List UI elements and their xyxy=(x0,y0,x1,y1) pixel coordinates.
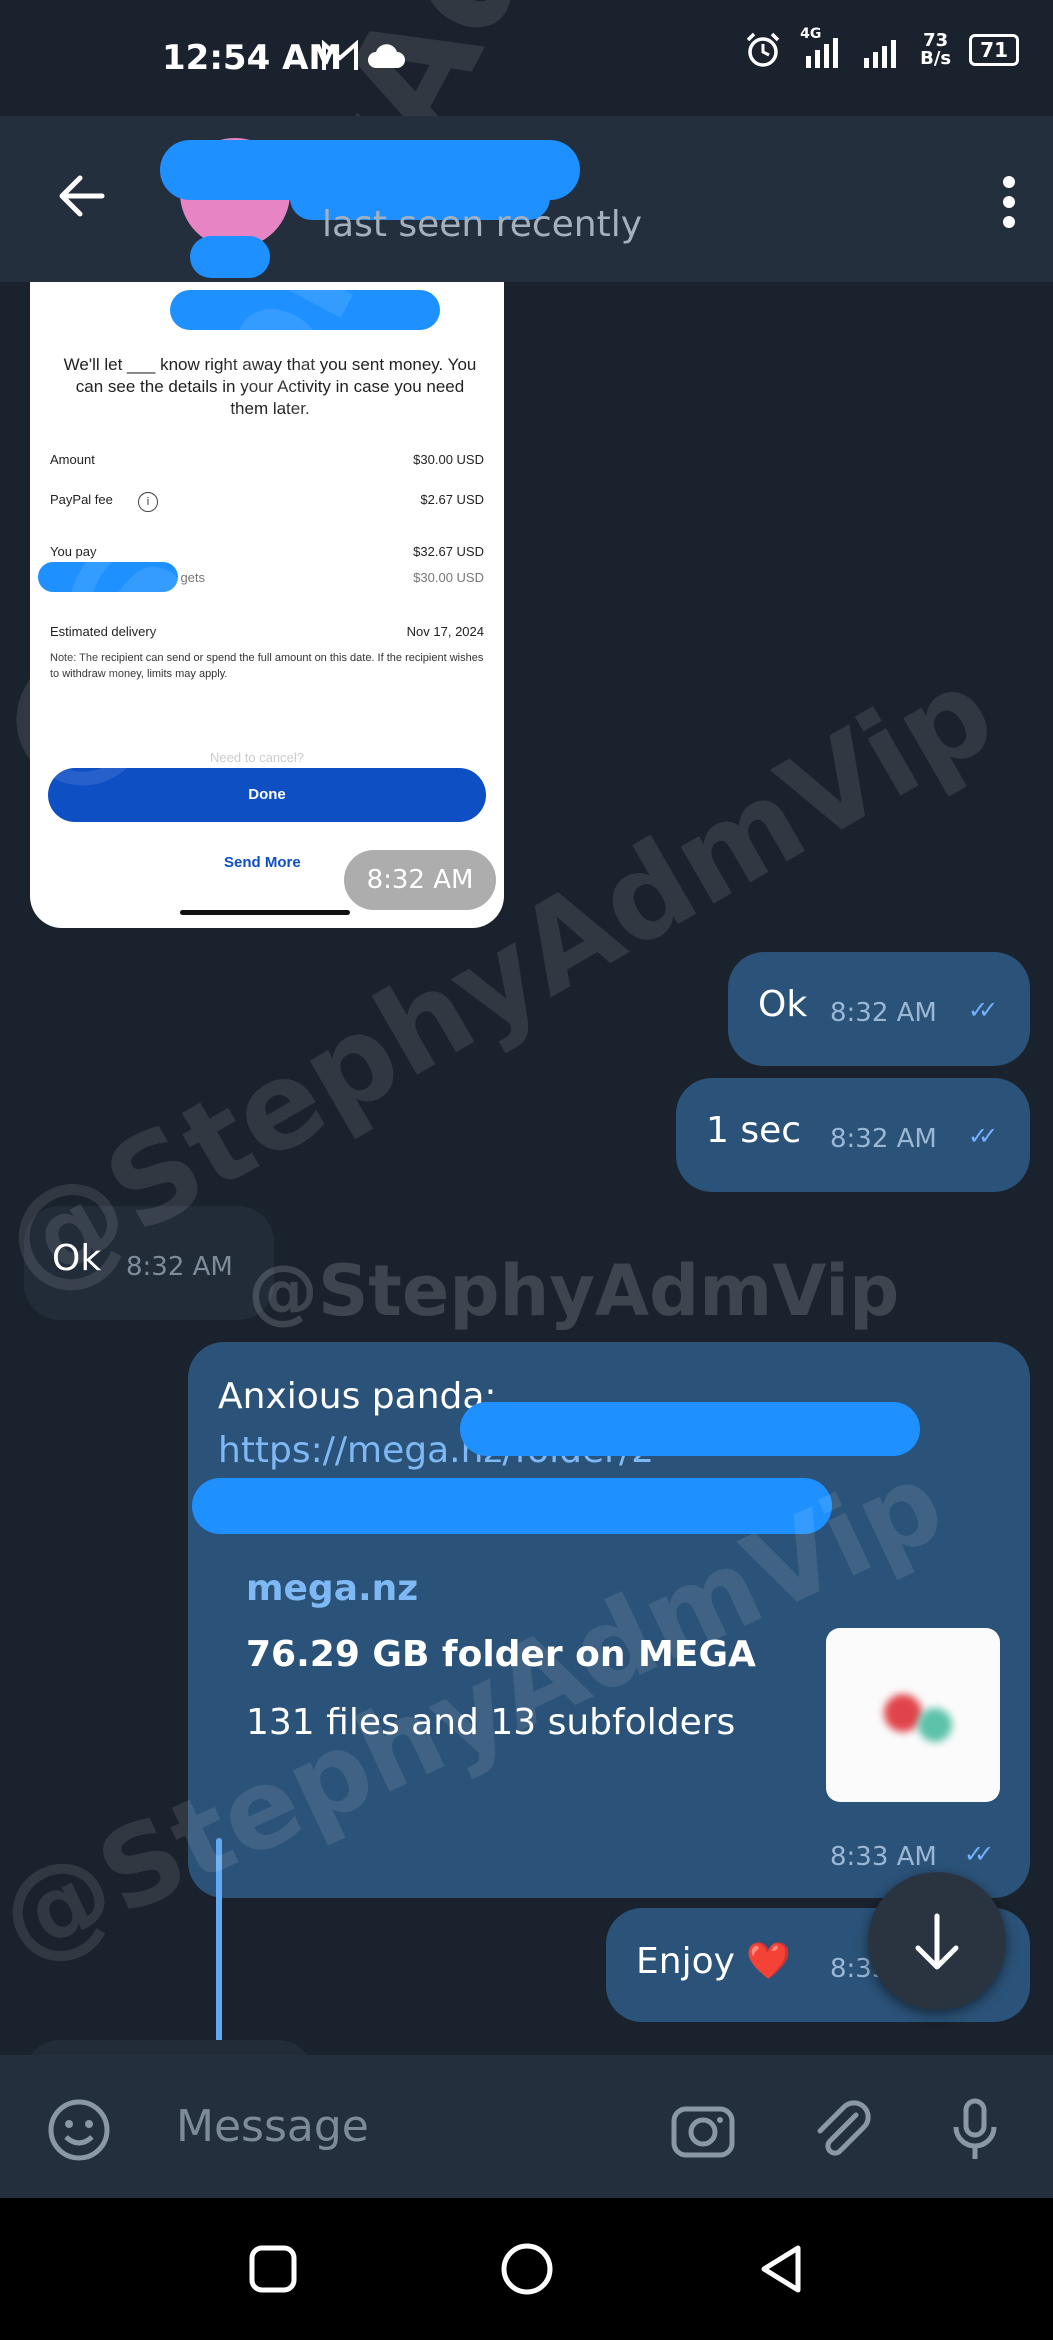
last-seen-status: last seen recently xyxy=(322,204,643,245)
alarm-icon xyxy=(746,32,780,67)
scroll-down-button[interactable] xyxy=(868,1872,1006,2010)
attach-icon[interactable] xyxy=(806,2095,876,2165)
link-preview-thumbnail[interactable] xyxy=(826,1628,1000,1802)
row-label: Amount xyxy=(50,452,95,467)
arrow-down-icon xyxy=(915,1913,959,1970)
outgoing-message[interactable]: Ok 8:32 AM ✓✓ xyxy=(728,952,1030,1066)
photo-message[interactable]: We'll let ___ know right away that you s… xyxy=(30,282,504,928)
message-time: 8:32 AM xyxy=(126,1252,233,1282)
message-text: Enjoy ❤️ xyxy=(636,1941,792,1982)
emoji-icon[interactable] xyxy=(44,2095,114,2165)
read-check-icon: ✓✓ xyxy=(968,996,998,1024)
more-menu-icon[interactable] xyxy=(1003,176,1017,236)
row-value: $30.00 USD xyxy=(413,570,484,585)
paypal-note: Note: The recipient can send or spend th… xyxy=(50,652,484,680)
incoming-message[interactable]: Ok 8:32 AM xyxy=(24,1206,274,1320)
link-preview-description[interactable]: 131 files and 13 subfolders xyxy=(246,1702,735,1743)
camera-icon[interactable] xyxy=(668,2095,738,2165)
redaction-scribble xyxy=(460,1402,920,1456)
message-text: Anxious panda: xyxy=(218,1376,497,1417)
signal-icon: 4G xyxy=(800,26,844,70)
battery-icon: 71 xyxy=(969,34,1019,66)
back-arrow-icon[interactable] xyxy=(52,166,112,226)
chat-header: last seen recently xyxy=(0,116,1053,282)
home-icon[interactable] xyxy=(500,2242,554,2296)
redaction-scribble xyxy=(38,562,178,592)
paypal-send-more-link: Send More xyxy=(224,854,301,871)
status-time: 12:54 AM xyxy=(162,38,343,78)
link-preview-site[interactable]: mega.nz xyxy=(246,1568,418,1609)
incoming-message-partial[interactable] xyxy=(24,2040,314,2055)
system-nav-bar xyxy=(0,2198,1053,2340)
row-value: $30.00 USD xyxy=(413,452,484,467)
battery-level: 71 xyxy=(980,38,1008,62)
redaction-scribble xyxy=(192,1478,832,1534)
cloud-icon xyxy=(368,44,405,68)
status-bar: 12:54 AM 4G 73 B/s 71 xyxy=(0,0,1053,116)
message-input[interactable]: Message xyxy=(176,2101,369,2152)
back-icon[interactable] xyxy=(754,2242,808,2296)
row-value: $32.67 USD xyxy=(413,544,484,559)
link-preview-bar xyxy=(216,1838,222,2055)
message-text: 1 sec xyxy=(706,1110,802,1151)
home-indicator xyxy=(180,910,350,915)
gmail-icon xyxy=(322,40,358,70)
outgoing-message[interactable]: 1 sec 8:32 AM ✓✓ xyxy=(676,1078,1030,1192)
row-value: Nov 17, 2024 xyxy=(406,624,484,639)
row-label: You pay xyxy=(50,544,97,559)
message-text: Ok xyxy=(758,984,808,1025)
data-speed-unit: B/s xyxy=(920,48,952,69)
redaction-scribble xyxy=(190,236,270,278)
redaction-scribble xyxy=(170,290,440,330)
network-type: 4G xyxy=(800,26,822,42)
message-text: Ok xyxy=(52,1238,102,1279)
row-value: $2.67 USD xyxy=(420,492,484,507)
signal-icon-2 xyxy=(864,40,897,68)
data-speed: 73 B/s xyxy=(920,32,951,68)
microphone-icon[interactable] xyxy=(940,2095,1010,2165)
need-to-cancel-link: Need to cancel? xyxy=(210,750,304,765)
message-time: 8:32 AM xyxy=(830,998,937,1028)
message-time: 8:32 AM xyxy=(830,1124,937,1154)
read-check-icon: ✓✓ xyxy=(968,1122,998,1150)
row-label: Estimated delivery xyxy=(50,624,157,639)
message-input-bar: Message xyxy=(0,2055,1053,2198)
link-preview-title[interactable]: 76.29 GB folder on MEGA xyxy=(246,1634,756,1675)
message-list[interactable]: We'll let ___ know right away that you s… xyxy=(0,282,1053,2055)
message-time: 8:32 AM xyxy=(344,850,496,910)
row-label: PayPal fee xyxy=(50,492,113,507)
paypal-intro-text: We'll let ___ know right away that you s… xyxy=(63,355,477,418)
message-time: 8:33 AM xyxy=(830,1842,937,1872)
read-check-icon: ✓✓ xyxy=(964,1840,994,1868)
recents-icon[interactable] xyxy=(246,2242,300,2296)
info-icon: i xyxy=(138,492,158,512)
paypal-done-button: Done xyxy=(48,768,486,822)
status-right: 4G 73 B/s 71 xyxy=(744,26,1019,70)
